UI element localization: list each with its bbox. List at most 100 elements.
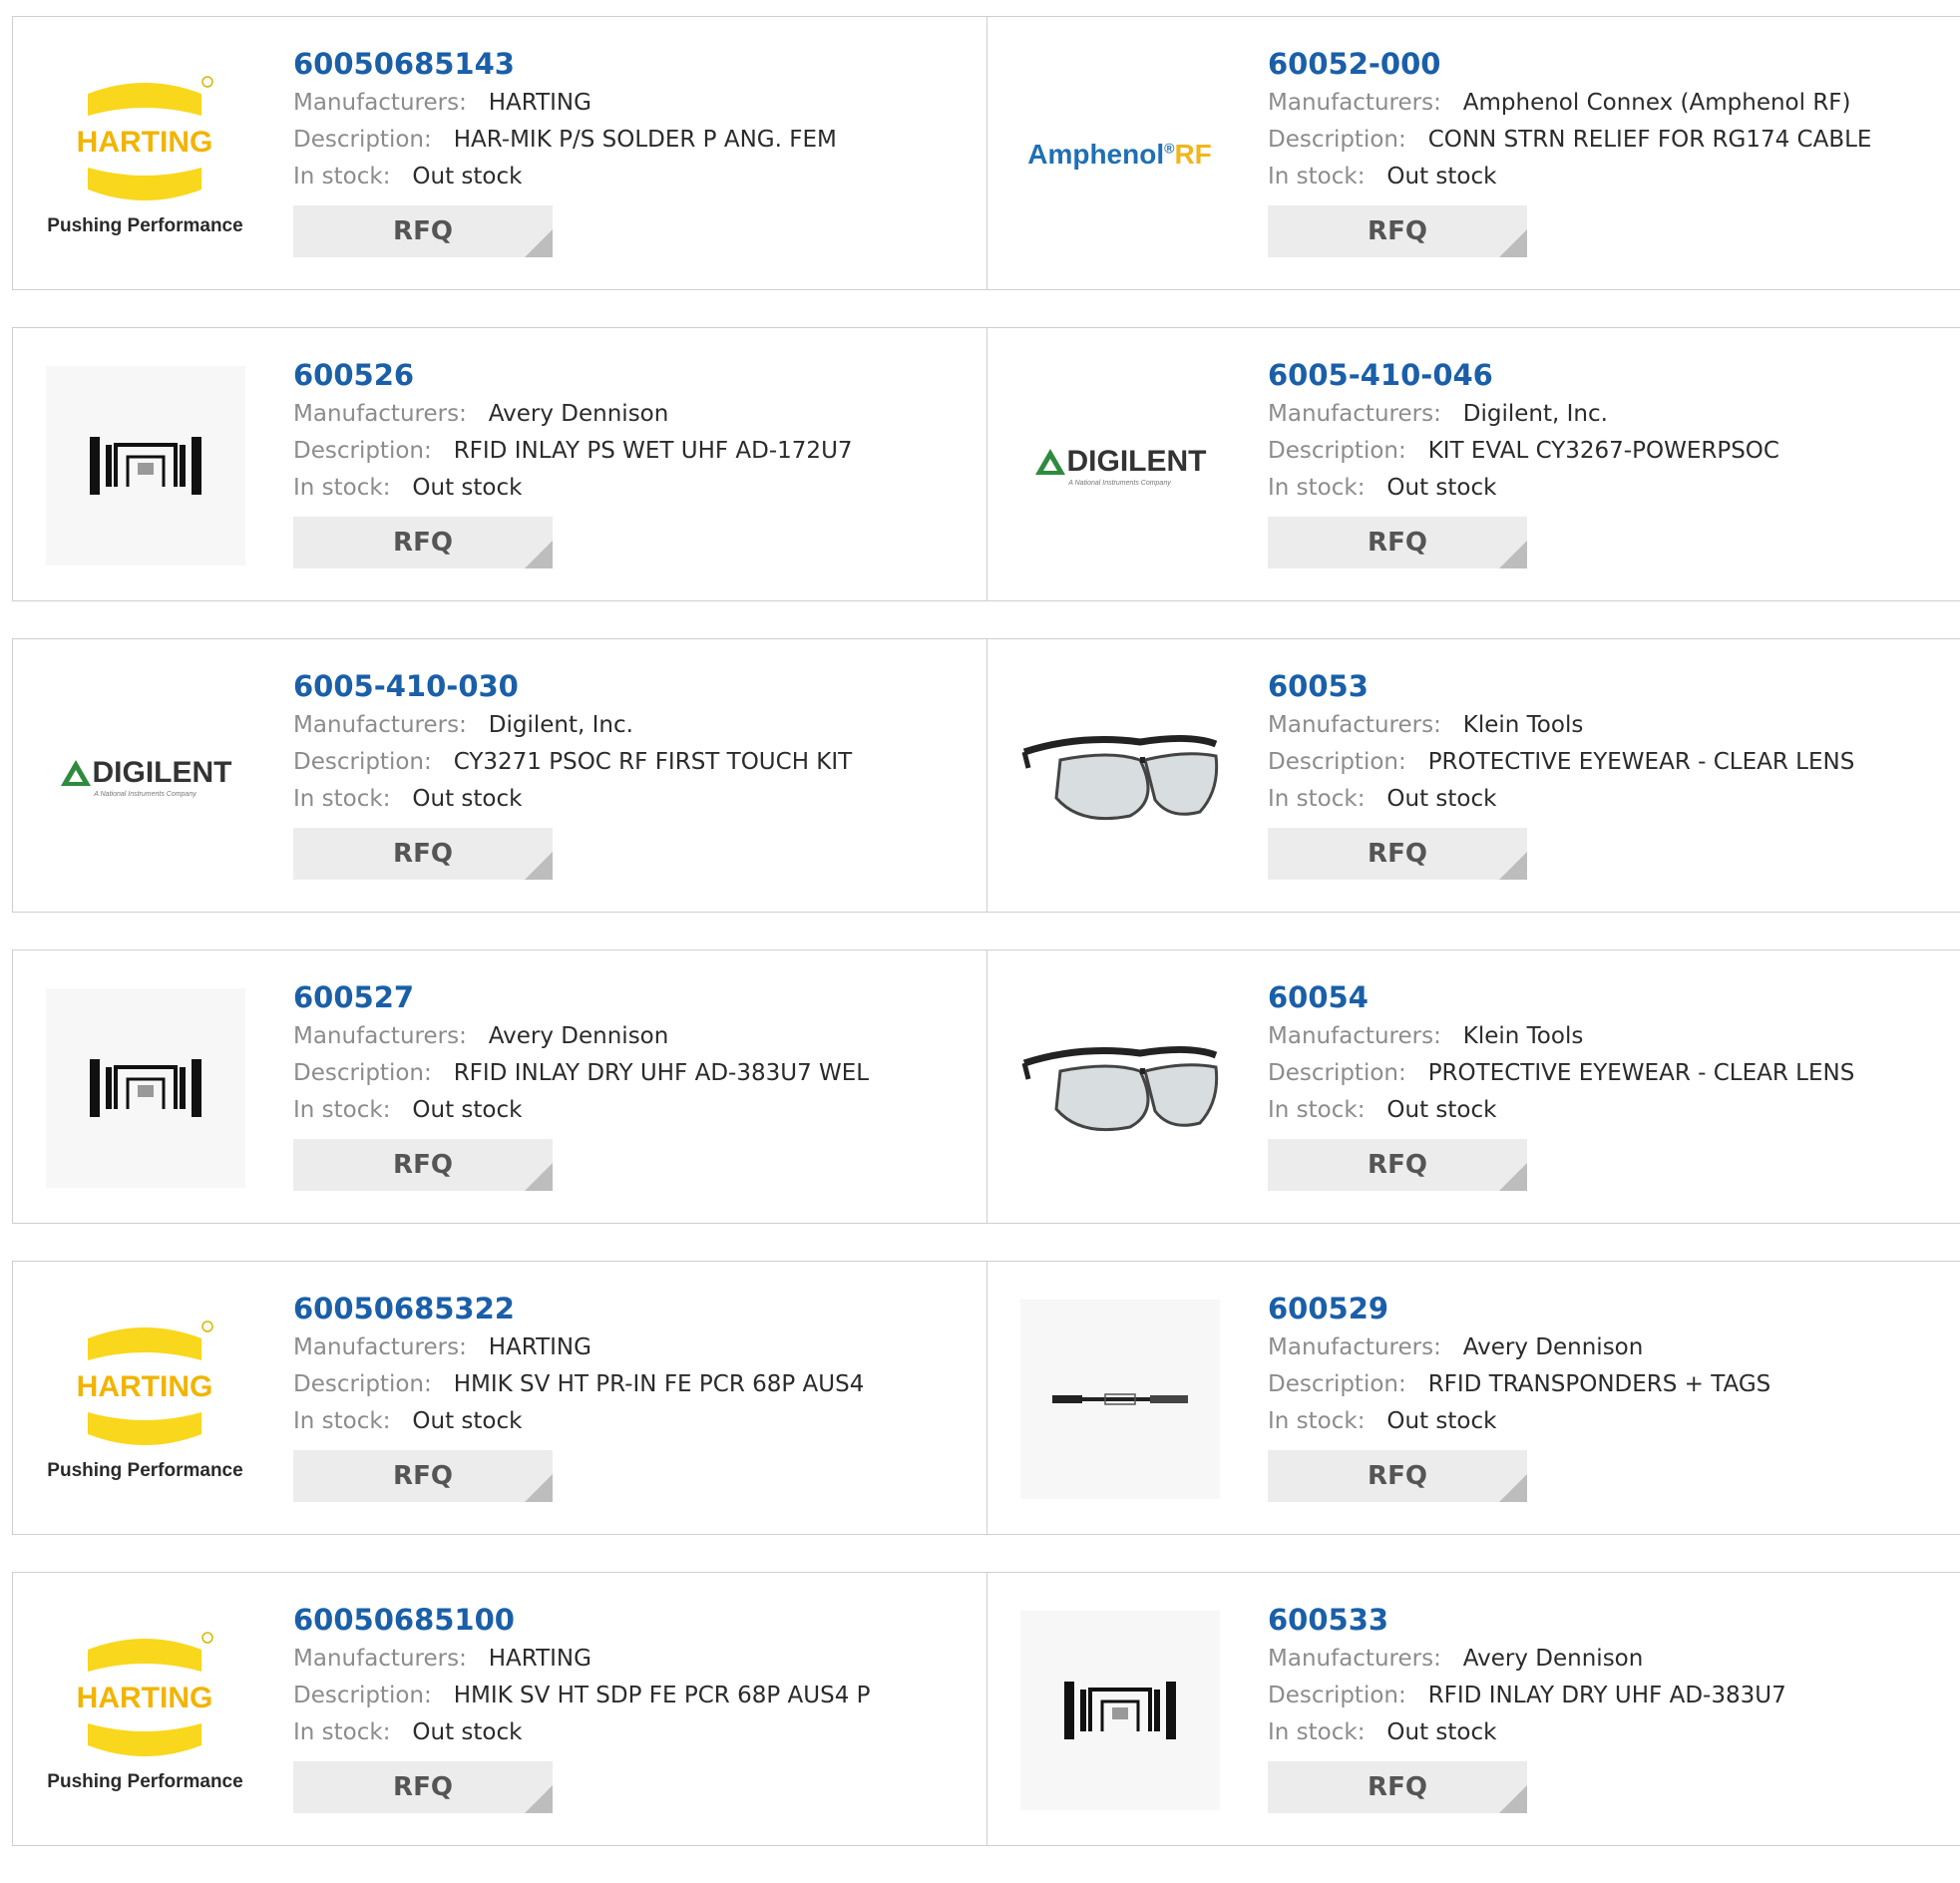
svg-text:HARTING: HARTING: [77, 1370, 213, 1403]
part-number-link[interactable]: 60053: [1268, 669, 1950, 707]
product-info: 60050685143 Manufacturers: HARTING Descr…: [293, 47, 977, 257]
part-number-link[interactable]: 60050685100: [293, 1603, 977, 1641]
manufacturer-logo[interactable]: [1017, 1608, 1222, 1812]
rfq-button[interactable]: RFQ: [293, 1139, 553, 1191]
stock-line: In stock: Out stock: [1268, 781, 1950, 818]
rfq-label: RFQ: [393, 528, 453, 558]
rfq-button[interactable]: RFQ: [293, 1450, 553, 1502]
manufacturer-logo[interactable]: HARTING Pushing Performance: [43, 1608, 247, 1812]
stock-label: In stock:: [1268, 164, 1366, 189]
part-number-link[interactable]: 600527: [293, 980, 977, 1018]
description-label: Description:: [1268, 749, 1406, 775]
stock-label: In stock:: [293, 1097, 391, 1123]
part-number-link[interactable]: 6005-410-030: [293, 669, 977, 707]
manufacturers-label: Manufacturers:: [293, 401, 467, 427]
rfid-inlay-image: [45, 365, 245, 565]
manufacturer-line: Manufacturers: HARTING: [293, 1641, 977, 1678]
description-label: Description:: [1268, 1683, 1406, 1708]
description-value: RFID INLAY PS WET UHF AD-172U7: [453, 438, 853, 464]
stock-label: In stock:: [1268, 1097, 1366, 1123]
part-number-link[interactable]: 600526: [293, 358, 977, 396]
manufacturer-line: Manufacturers: Klein Tools: [1268, 707, 1950, 744]
stock-line: In stock: Out stock: [1268, 159, 1950, 195]
rfq-button[interactable]: RFQ: [1268, 1450, 1527, 1502]
description-line: Description: CONN STRN RELIEF FOR RG174 …: [1268, 122, 1950, 159]
safety-glasses-image: [1020, 1031, 1220, 1145]
product-card: 60053 Manufacturers: Klein Tools Descrip…: [987, 638, 1960, 913]
manufacturers-label: Manufacturers:: [293, 1023, 467, 1049]
manufacturer-logo[interactable]: Amphenol®RF: [1017, 52, 1222, 256]
stock-value: Out stock: [1386, 786, 1497, 812]
manufacturer-value: Avery Dennison: [1462, 1334, 1644, 1360]
manufacturer-line: Manufacturers: Amphenol Connex (Amphenol…: [1268, 85, 1950, 122]
description-label: Description:: [293, 127, 432, 153]
digilent-logo: DIGILENT A National Instruments Company: [1033, 445, 1207, 487]
part-number-link[interactable]: 6005-410-046: [1268, 358, 1950, 396]
part-number-link[interactable]: 600529: [1268, 1292, 1950, 1329]
manufacturer-value: Avery Dennison: [488, 1023, 669, 1049]
description-line: Description: CY3271 PSOC RF FIRST TOUCH …: [293, 744, 977, 781]
manufacturer-logo[interactable]: [1017, 1297, 1222, 1501]
corner-decoration: [1499, 852, 1527, 880]
manufacturer-logo[interactable]: HARTING Pushing Performance: [43, 52, 247, 256]
part-number-link[interactable]: 60052-000: [1268, 47, 1950, 85]
stock-label: In stock:: [1268, 1408, 1366, 1434]
stock-line: In stock: Out stock: [1268, 1092, 1950, 1129]
manufacturer-line: Manufacturers: HARTING: [293, 1329, 977, 1366]
description-label: Description:: [293, 1060, 432, 1086]
manufacturer-logo[interactable]: [43, 363, 247, 567]
manufacturer-logo[interactable]: HARTING Pushing Performance: [43, 1297, 247, 1501]
manufacturer-line: Manufacturers: HARTING: [293, 85, 977, 122]
rfq-label: RFQ: [393, 1461, 453, 1491]
manufacturer-logo[interactable]: [1017, 674, 1222, 879]
part-number-link[interactable]: 60050685322: [293, 1292, 977, 1329]
rfq-button[interactable]: RFQ: [1268, 828, 1527, 880]
rfq-label: RFQ: [1368, 528, 1427, 558]
manufacturer-value: Digilent, Inc.: [488, 712, 633, 738]
stock-value: Out stock: [412, 1097, 523, 1123]
rfq-button[interactable]: RFQ: [293, 1761, 553, 1813]
rfq-label: RFQ: [1368, 1461, 1427, 1491]
stock-label: In stock:: [293, 475, 391, 501]
rfq-label: RFQ: [1368, 1772, 1427, 1802]
part-number-link[interactable]: 600533: [1268, 1603, 1950, 1641]
manufacturer-value: HARTING: [488, 90, 591, 116]
rfq-button[interactable]: RFQ: [1268, 517, 1527, 568]
rfq-button[interactable]: RFQ: [293, 205, 553, 257]
manufacturer-logo[interactable]: DIGILENT A National Instruments Company: [43, 674, 247, 879]
rfq-button[interactable]: RFQ: [1268, 1761, 1527, 1813]
stock-value: Out stock: [412, 786, 523, 812]
manufacturer-line: Manufacturers: Klein Tools: [1268, 1018, 1950, 1055]
description-value: PROTECTIVE EYEWEAR - CLEAR LENS: [1427, 1060, 1855, 1086]
manufacturer-line: Manufacturers: Digilent, Inc.: [1268, 396, 1950, 433]
manufacturer-logo[interactable]: DIGILENT A National Instruments Company: [1017, 363, 1222, 567]
part-number-link[interactable]: 60050685143: [293, 47, 977, 85]
product-info: 60050685100 Manufacturers: HARTING Descr…: [293, 1603, 977, 1813]
description-label: Description:: [1268, 1060, 1406, 1086]
description-line: Description: KIT EVAL CY3267-POWERPSOC: [1268, 433, 1950, 470]
stock-value: Out stock: [412, 1719, 523, 1745]
rfq-button[interactable]: RFQ: [293, 828, 553, 880]
description-label: Description:: [293, 438, 432, 464]
product-info: 600533 Manufacturers: Avery Dennison Des…: [1268, 1603, 1950, 1813]
manufacturers-label: Manufacturers:: [1268, 401, 1441, 427]
corner-decoration: [1499, 1785, 1527, 1813]
part-number-link[interactable]: 60054: [1268, 980, 1950, 1018]
manufacturers-label: Manufacturers:: [1268, 1646, 1441, 1672]
rfq-button[interactable]: RFQ: [1268, 205, 1527, 257]
product-info: 60052-000 Manufacturers: Amphenol Connex…: [1268, 47, 1950, 257]
manufacturers-label: Manufacturers:: [1268, 1334, 1441, 1360]
description-line: Description: PROTECTIVE EYEWEAR - CLEAR …: [1268, 744, 1950, 781]
digilent-logo: DIGILENT A National Instruments Company: [59, 756, 232, 798]
stock-line: In stock: Out stock: [1268, 470, 1950, 507]
rfq-button[interactable]: RFQ: [293, 517, 553, 568]
product-info: 600526 Manufacturers: Avery Dennison Des…: [293, 358, 977, 568]
manufacturer-logo[interactable]: [43, 985, 247, 1190]
stock-line: In stock: Out stock: [1268, 1714, 1950, 1751]
manufacturers-label: Manufacturers:: [293, 1334, 467, 1360]
corner-decoration: [1499, 1163, 1527, 1191]
product-info: 6005-410-046 Manufacturers: Digilent, In…: [1268, 358, 1950, 568]
stock-label: In stock:: [1268, 1719, 1366, 1745]
manufacturer-logo[interactable]: [1017, 985, 1222, 1190]
rfq-button[interactable]: RFQ: [1268, 1139, 1527, 1191]
